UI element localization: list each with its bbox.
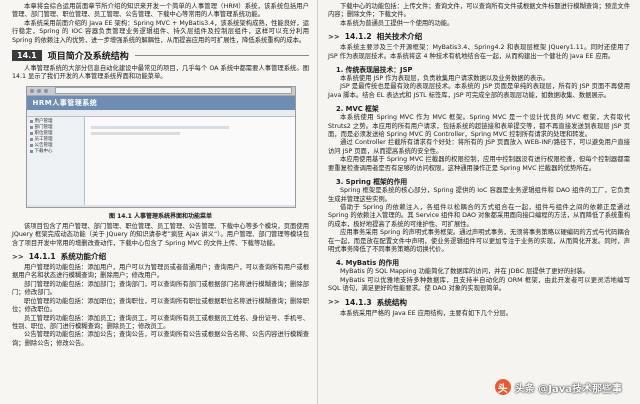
func-depts: 部门管理的功能包括：添加部门；查询部门，可以查询所有部门或根据部门名称进行模糊查…	[12, 280, 309, 297]
after-figure-paragraph: 该项目包含了用户管理、部门管理、职位管理、员工管理、公告管理、下载中心等多个模块…	[12, 222, 309, 247]
section-title: 系统结构	[376, 297, 408, 307]
tech-paragraph: 本系统主要涉及三个开源框架：MyBatis3.4、Spring4.2 和表现层框…	[328, 44, 630, 60]
watermark-text: 头条 @Java技术那些事	[514, 383, 622, 395]
hrm-toolbar	[26, 109, 295, 117]
section-number: 14.1.3	[344, 297, 372, 307]
subheading-jsp: 1. 传统表现层技术：JSP	[336, 66, 413, 75]
section-marker-icon: >>	[12, 252, 24, 261]
func-notices: 公告管理的功能包括：添加公告；查询公告，可以查询所有公告或根据公告名称、公告内容…	[12, 331, 309, 347]
address-bar	[54, 87, 292, 95]
sidebar-item-downloads: 下载中心	[29, 149, 82, 155]
section-heading-14-1-2: >> 14.1.2 相关技术介绍	[328, 31, 630, 42]
section-title: 系统功能介绍	[60, 252, 107, 262]
section-number: 14.1.2	[344, 32, 372, 42]
menu-bullet-icon	[29, 144, 33, 148]
chapter-paragraph: 人事管理系统的大部分信息自动化建设中最常见的项目，几乎每个 OA 系统中都需要人…	[12, 65, 309, 81]
menu-bullet-icon	[29, 126, 33, 130]
menu-bullet-icon	[29, 150, 33, 154]
func-jobs: 职位管理的功能包括：添加职位；查询职位，可以查询所有职位或根据职位名称进行模糊查…	[12, 297, 309, 314]
section-number: 14.1.1	[28, 252, 56, 262]
section-marker-icon: >>	[328, 32, 340, 41]
window-dot-icon	[29, 88, 34, 93]
hrm-banner: HRM人事管理系统	[26, 95, 295, 110]
right-page: 下载中心的功能包括：上传文件；查询文件，可以查询所有文件或根据文件标题进行模糊查…	[318, 0, 640, 404]
intro-paragraph-2: 本系统采用前面介绍的 Java EE 架构：Spring MVC + MyBat…	[12, 19, 309, 44]
book-spread: 本章将会综合运用前面章节所介绍的知识来开发一个简单的人事管理（HRM）系统，该系…	[0, 0, 640, 404]
toutiao-logo-icon: 头	[494, 379, 511, 395]
intro-paragraph-1: 本章将会综合运用前面章节所介绍的知识来开发一个简单的人事管理（HRM）系统，该系…	[12, 3, 309, 19]
section-heading-14-1-1: >> 14.1.1 系统功能介绍	[12, 251, 309, 262]
content-line	[90, 131, 180, 135]
subheading-spring: 3. Spring 框架的作用	[336, 178, 408, 187]
spring-paragraph-3: 应用事务采用 Spring 的声明式事务框架。通过声明式事务，无须将事务策略以硬…	[328, 229, 630, 253]
window-dot-icon	[43, 88, 48, 93]
menu-bullet-icon	[29, 138, 33, 142]
content-line	[90, 125, 230, 129]
hrm-logo: HRM人事管理系统	[32, 98, 98, 107]
mybatis-paragraph-2: MyBatis 可以优雅地支持多种数据库，且支持半自动化的 ORM 框架，由此开…	[328, 276, 630, 293]
structure-paragraph: 本系统采用严格的 Java EE 应用结构，主要有如下几个分层。	[340, 309, 513, 317]
download-func-paragraph: 下载中心的功能包括：上传文件；查询文件，可以查询所有文件或根据文件标题进行模糊查…	[328, 3, 630, 19]
section-marker-icon: >>	[328, 298, 340, 307]
mvc-paragraph-3: 本应用使用基于 Spring MVC 拦截器的权限控制，应用中控制器没有进行权限…	[328, 156, 630, 172]
subheading-mybatis: 4. MyBatis 的作用	[336, 259, 400, 268]
window-dot-icon	[36, 88, 41, 93]
menu-bullet-icon	[29, 132, 33, 136]
chapter-number: 14.1	[12, 50, 42, 62]
spring-paragraph-1: Spring 框架是系统的核心部分，Spring 提供的 IoC 容器是业务逻辑…	[328, 187, 630, 203]
spring-paragraph-2: 借助于 Spring 的依赖注入，各组件以松耦合的方式组合在一起，组件与组件之间…	[328, 203, 630, 228]
chapter-heading: 14.1 项目简介及系统结构	[12, 49, 309, 62]
section-heading-14-1-3: >> 14.1.3 系统结构	[328, 297, 630, 308]
hrm-body: 用户管理 部门管理 职位管理 员工管理 公告管理 下载中心	[26, 116, 295, 205]
mvc-paragraph-1: 本系统使用 Spring MVC 作为 MVC 框架。Spring MVC 是一…	[328, 114, 630, 139]
left-page: 本章将会综合运用前面章节所介绍的知识来开发一个简单的人事管理（HRM）系统，该系…	[0, 0, 318, 404]
chapter-rule	[134, 55, 309, 57]
browser-titlebar	[26, 86, 295, 96]
chapter-title: 项目简介及系统结构	[47, 52, 129, 63]
employee-func-paragraph: 本系统为普通员工提供一个使用的功能。	[340, 19, 454, 27]
figure-caption: 图 14.1 人事管理系统界面和功能菜单	[109, 212, 212, 220]
toutiao-watermark: 头 头条 @Java技术那些事	[494, 379, 622, 395]
func-employees: 员工管理的功能包括：添加员工；查询员工，可以查询所有员工或根据员工姓名、身份证号…	[12, 314, 309, 330]
mybatis-paragraph-1: MyBatis 的 SQL Mapping 功能简化了数据库的访问，并在 JDB…	[340, 268, 590, 276]
hrm-screenshot-figure: HRM人事管理系统 用户管理 部门管理 职位管理 员工管理 公告管理 下载中心	[25, 85, 296, 208]
mvc-paragraph-2: 通过 Controller 拦截所有请求有个好处：将所有的 JSP 页面放入 W…	[328, 139, 630, 155]
menu-bullet-icon	[29, 120, 33, 124]
hrm-sidebar: 用户管理 部门管理 职位管理 员工管理 公告管理 下载中心	[26, 116, 85, 205]
subheading-mvc: 2. MVC 框架	[336, 105, 379, 114]
func-users: 用户管理的功能包括：添加用户，用户可以为管理员或者普通用户；查询用户，可以查询所…	[12, 264, 309, 280]
jsp-paragraph-2: JSP 是最传统也是最有效的表现层技术。本系统的 JSP 页面是单纯的表现层，所…	[328, 83, 630, 99]
hrm-main-area	[84, 116, 295, 205]
section-title: 相关技术介绍	[376, 32, 423, 42]
